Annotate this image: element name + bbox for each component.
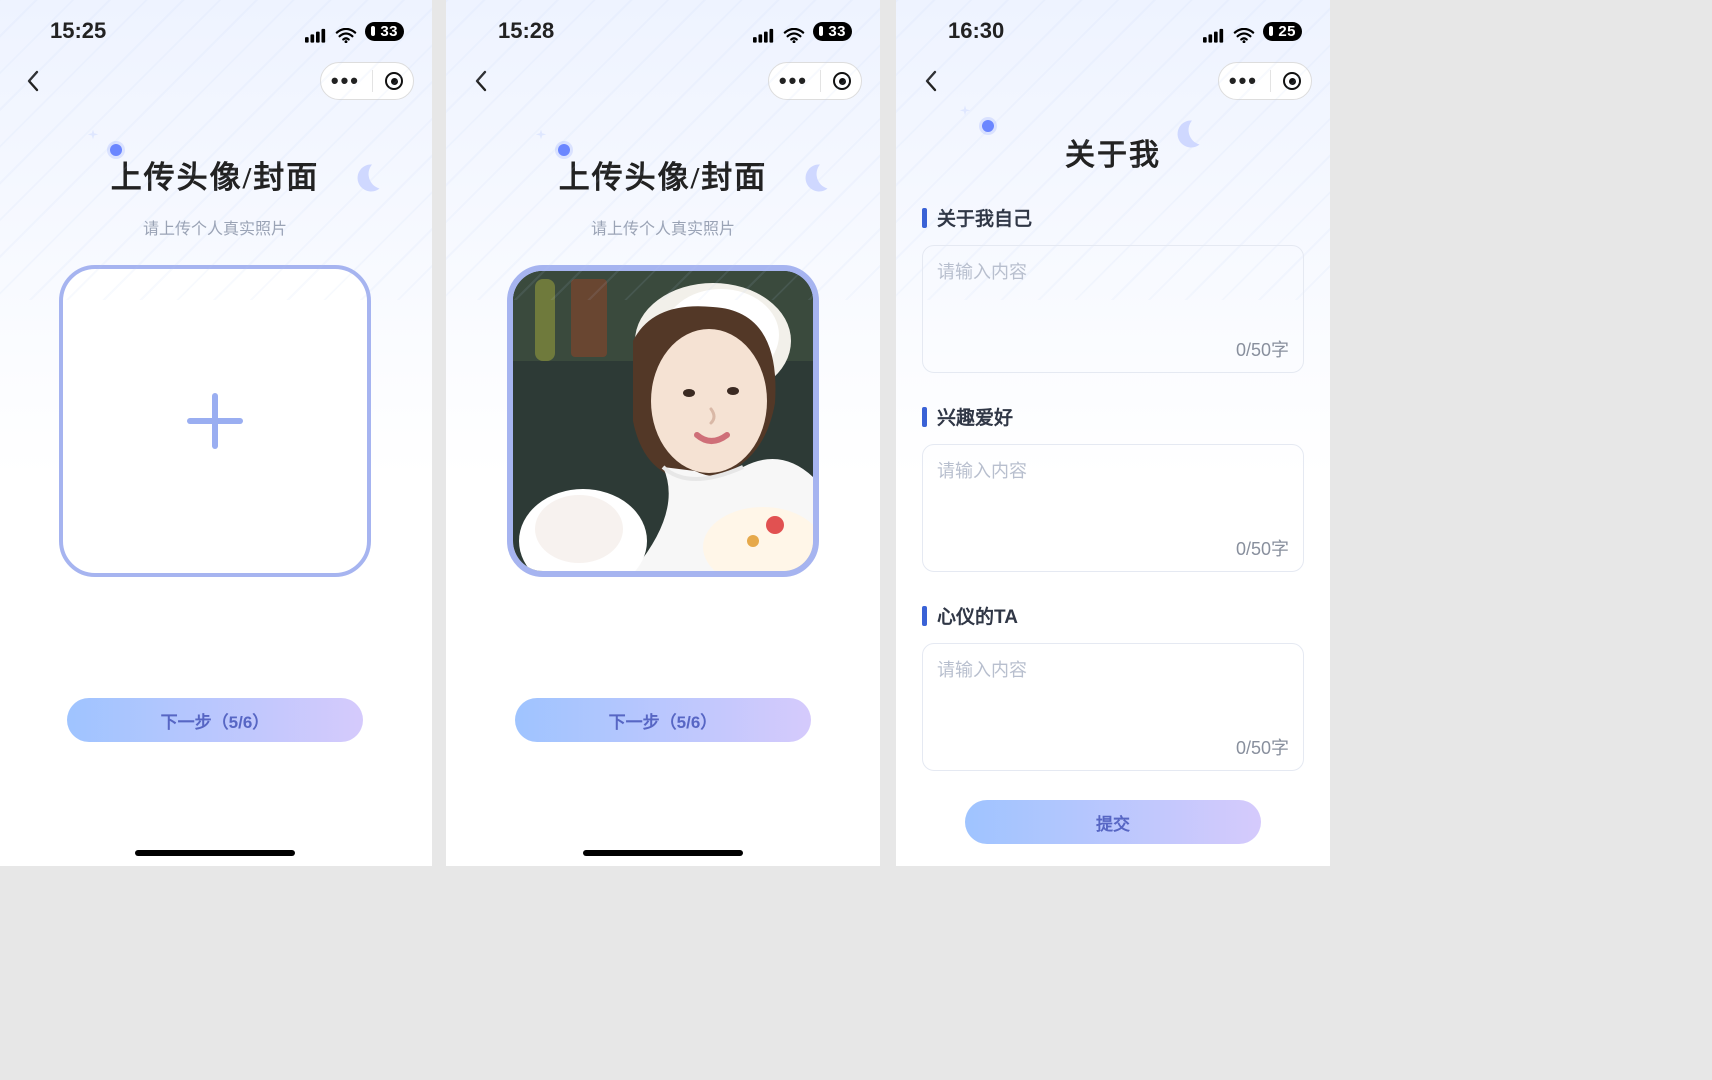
cell-signal-icon	[305, 23, 327, 39]
page-subtitle: 请上传个人真实照片	[0, 215, 432, 239]
placeholder-text: 请输入内容	[937, 258, 1027, 284]
home-indicator[interactable]	[583, 850, 743, 856]
nav-bar: •••	[446, 48, 880, 104]
section-heading: 心仪的TA	[922, 602, 1304, 629]
phone-screen-upload-empty: 15:25 33 ••• 上传头像/封面 请上传个人真实照片 下一步（5/6）	[0, 0, 432, 866]
back-button[interactable]	[464, 64, 498, 98]
battery-indicator: 33	[365, 22, 404, 41]
home-indicator[interactable]	[135, 850, 295, 856]
placeholder-text: 请输入内容	[937, 457, 1027, 483]
capsule-close-button[interactable]	[385, 72, 403, 90]
moon-icon	[796, 160, 832, 196]
section-heading: 兴趣爱好	[922, 403, 1304, 430]
heading-bar-icon	[922, 407, 927, 427]
miniprogram-capsule: •••	[768, 62, 862, 100]
heading-bar-icon	[922, 606, 927, 626]
page-subtitle: 请上传个人真实照片	[446, 215, 880, 239]
about-self-textarea[interactable]: 请输入内容 0/50字	[922, 245, 1304, 373]
char-count: 0/50字	[1236, 336, 1289, 362]
phone-screen-upload-filled: 15:28 33 ••• 上传头像/封面 请上传个人真实照片	[446, 0, 880, 866]
capsule-close-button[interactable]	[833, 72, 851, 90]
section-about-self: 关于我自己 请输入内容 0/50字	[896, 204, 1330, 373]
uploaded-photo	[513, 271, 813, 571]
wifi-icon	[335, 23, 357, 39]
decorative-dot	[110, 144, 122, 156]
cell-signal-icon	[753, 23, 775, 39]
char-count: 0/50字	[1236, 734, 1289, 760]
sparkle-icon	[956, 104, 974, 122]
plus-icon	[185, 391, 245, 451]
hobbies-textarea[interactable]: 请输入内容 0/50字	[922, 444, 1304, 572]
miniprogram-capsule: •••	[320, 62, 414, 100]
section-label: 心仪的TA	[937, 602, 1018, 629]
divider	[372, 70, 373, 92]
capsule-close-button[interactable]	[1283, 72, 1301, 90]
status-time: 15:25	[50, 18, 106, 44]
decorative-dot	[558, 144, 570, 156]
status-time: 15:28	[498, 18, 554, 44]
placeholder-text: 请输入内容	[937, 656, 1027, 682]
status-indicators: 33	[305, 22, 404, 41]
avatar-upload-area[interactable]	[507, 265, 819, 577]
sparkle-icon	[532, 128, 550, 146]
back-button[interactable]	[16, 64, 50, 98]
nav-bar: •••	[0, 48, 432, 104]
sparkle-icon	[84, 128, 102, 146]
status-bar: 15:25 33	[0, 0, 432, 48]
divider	[820, 70, 821, 92]
section-hobbies: 兴趣爱好 请输入内容 0/50字	[896, 403, 1330, 572]
status-bar: 16:30 25	[896, 0, 1330, 48]
status-bar: 15:28 33	[446, 0, 880, 48]
moon-icon	[1168, 116, 1204, 152]
avatar-upload-area[interactable]	[59, 265, 371, 577]
moon-icon	[348, 160, 384, 196]
next-step-button[interactable]: 下一步（5/6）	[67, 698, 363, 742]
ideal-ta-textarea[interactable]: 请输入内容 0/50字	[922, 643, 1304, 771]
battery-indicator: 25	[1263, 22, 1302, 41]
nav-bar: •••	[896, 48, 1330, 104]
page-title: 关于我	[896, 130, 1330, 174]
char-count: 0/50字	[1236, 535, 1289, 561]
status-time: 16:30	[948, 18, 1004, 44]
next-step-button[interactable]: 下一步（5/6）	[515, 698, 811, 742]
decorative-dot	[982, 120, 994, 132]
section-heading: 关于我自己	[922, 204, 1304, 231]
miniprogram-capsule: •••	[1218, 62, 1312, 100]
section-label: 兴趣爱好	[937, 403, 1013, 430]
status-indicators: 33	[753, 22, 852, 41]
section-ideal-ta: 心仪的TA 请输入内容 0/50字	[896, 602, 1330, 771]
divider	[1270, 70, 1271, 92]
heading-bar-icon	[922, 208, 927, 228]
cell-signal-icon	[1203, 23, 1225, 39]
section-label: 关于我自己	[937, 204, 1032, 231]
submit-button[interactable]: 提交	[965, 800, 1261, 844]
phone-screen-about-me: 16:30 25 ••• 关于我 关于我自己 请输入内容	[896, 0, 1330, 866]
battery-indicator: 33	[813, 22, 852, 41]
back-button[interactable]	[914, 64, 948, 98]
status-indicators: 25	[1203, 22, 1302, 41]
wifi-icon	[783, 23, 805, 39]
wifi-icon	[1233, 23, 1255, 39]
